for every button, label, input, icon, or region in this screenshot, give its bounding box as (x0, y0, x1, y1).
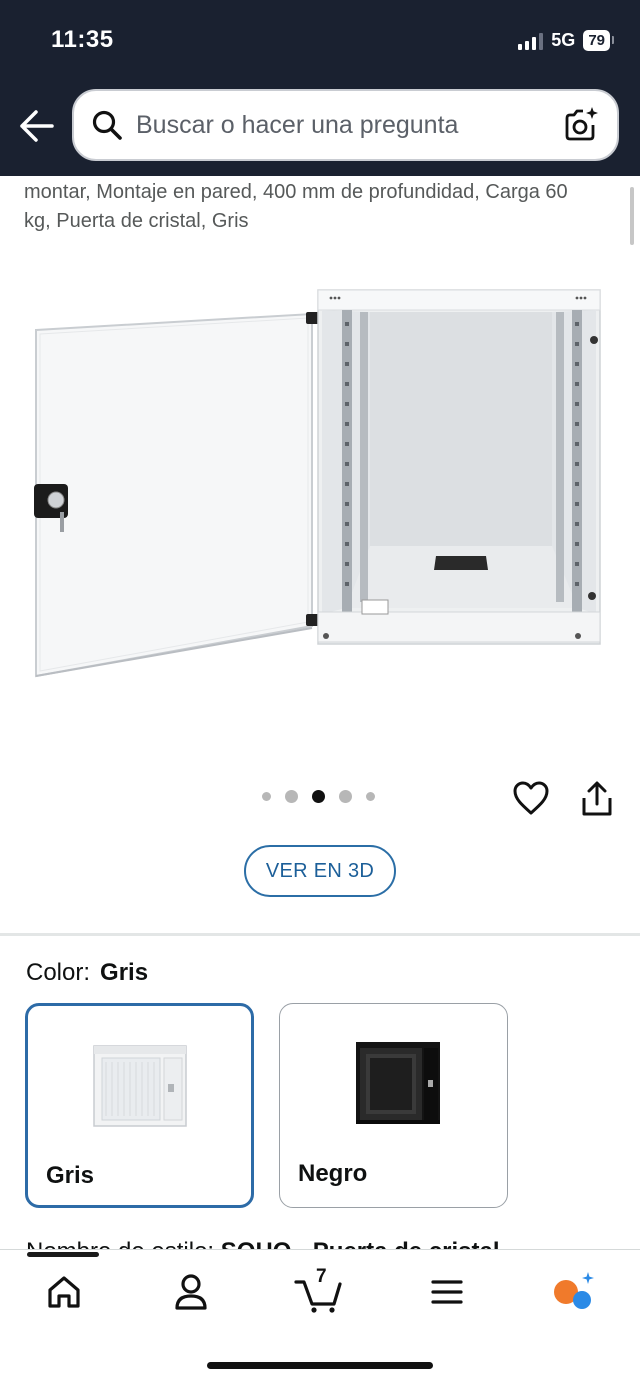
battery-icon: 79 (583, 30, 614, 51)
carousel-dots[interactable] (262, 790, 375, 803)
carousel-dot[interactable] (339, 790, 352, 803)
negro-cabinet-thumbnail (355, 1042, 440, 1124)
network-type: 5G (551, 30, 576, 50)
color-option-gris[interactable]: Gris (25, 1003, 254, 1208)
carousel-dot-active[interactable] (312, 790, 325, 803)
status-indicators: 5G 79 (518, 30, 614, 51)
search-bar[interactable] (72, 89, 619, 161)
product-image[interactable] (30, 278, 610, 698)
carousel-dot[interactable] (262, 792, 271, 801)
top-header: 11:35 5G 79 (0, 0, 640, 176)
gris-cabinet-thumbnail (92, 1045, 187, 1127)
color-option-negro-label: Negro (298, 1160, 368, 1187)
arrow-left-icon (20, 110, 54, 142)
signal-icon (518, 32, 544, 50)
color-label: Color: (26, 959, 91, 986)
cart-count-badge[interactable]: 7 (316, 1266, 327, 1288)
view-3d-button[interactable]: VER EN 3D (244, 845, 396, 897)
section-divider (0, 933, 640, 936)
color-selected-value: Gris (100, 959, 149, 986)
home-icon[interactable] (34, 1270, 94, 1314)
menu-icon[interactable] (417, 1270, 477, 1314)
status-time: 11:35 (51, 26, 114, 53)
color-option-negro[interactable]: Negro (279, 1003, 508, 1208)
product-title: montar, Montaje en pared, 400 mm de prof… (24, 181, 568, 232)
search-input[interactable] (136, 111, 536, 140)
account-icon[interactable] (161, 1270, 221, 1314)
home-indicator (207, 1362, 433, 1369)
heart-icon[interactable] (512, 780, 550, 816)
carousel-dot[interactable] (366, 792, 375, 801)
search-icon (92, 110, 122, 140)
scrollbar (630, 187, 634, 245)
active-tab-indicator (27, 1252, 99, 1257)
share-icon[interactable] (581, 780, 613, 818)
rufus-assistant-icon[interactable] (544, 1270, 604, 1314)
back-button[interactable] (18, 108, 56, 144)
camera-search-icon[interactable] (561, 105, 601, 145)
color-label-row: Color: Gris (26, 959, 148, 987)
color-option-gris-label: Gris (46, 1162, 95, 1189)
carousel-dot[interactable] (285, 790, 298, 803)
